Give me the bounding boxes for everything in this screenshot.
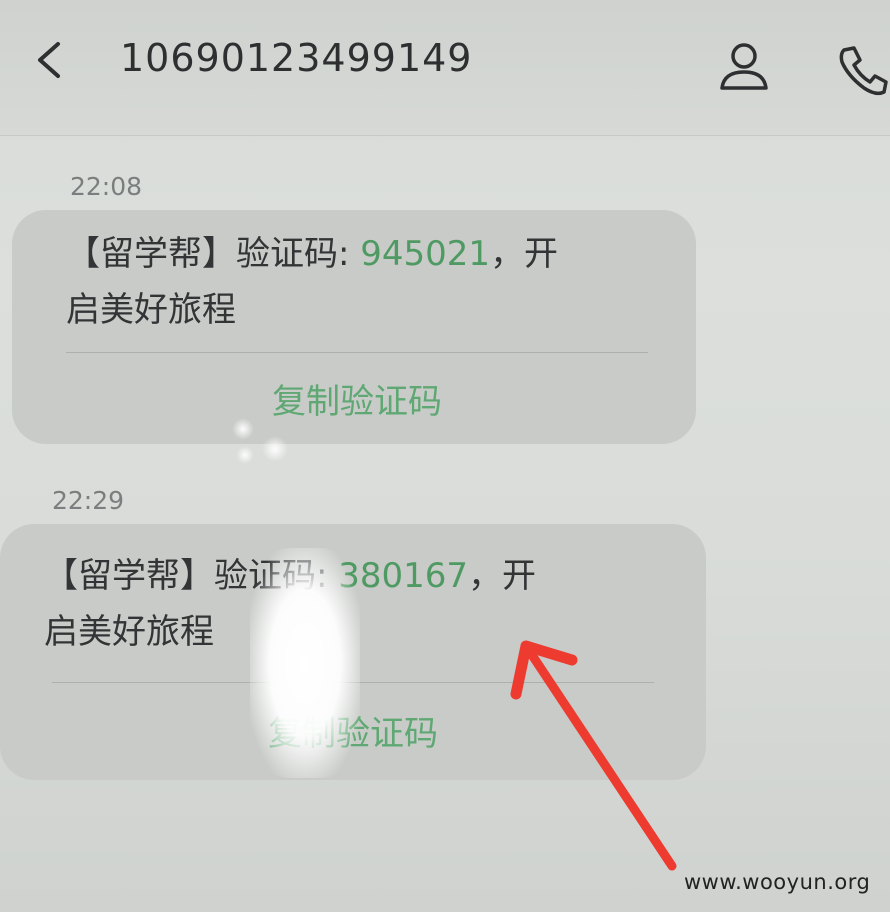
bubble-divider	[66, 352, 648, 353]
annotation-arrow-icon	[510, 640, 677, 871]
chevron-left-icon[interactable]	[30, 38, 74, 82]
message-prefix: 【留学帮】验证码:	[44, 556, 339, 596]
message-text: 【留学帮】验证码: 945021，开 启美好旅程	[66, 226, 676, 338]
conversation-header: 10690123499149	[0, 0, 890, 136]
message-timestamp: 22:08	[70, 172, 143, 201]
watermark: www.wooyun.org	[684, 870, 871, 894]
copy-code-button[interactable]: 复制验证码	[66, 374, 648, 423]
phone-icon[interactable]	[834, 42, 890, 98]
message-line2: 启美好旅程	[44, 612, 214, 652]
message-suffix: ，开	[490, 234, 559, 274]
message-suffix: ，开	[468, 556, 537, 596]
glare-spot	[236, 446, 254, 464]
message-prefix: 【留学帮】验证码:	[66, 234, 361, 274]
verification-code[interactable]: 380167	[338, 556, 468, 596]
message-timestamp: 22:29	[52, 486, 125, 515]
verification-code[interactable]: 945021	[360, 234, 490, 274]
sender-number: 10690123499149	[120, 36, 473, 80]
message-line2: 启美好旅程	[66, 290, 236, 330]
person-icon[interactable]	[716, 38, 772, 94]
